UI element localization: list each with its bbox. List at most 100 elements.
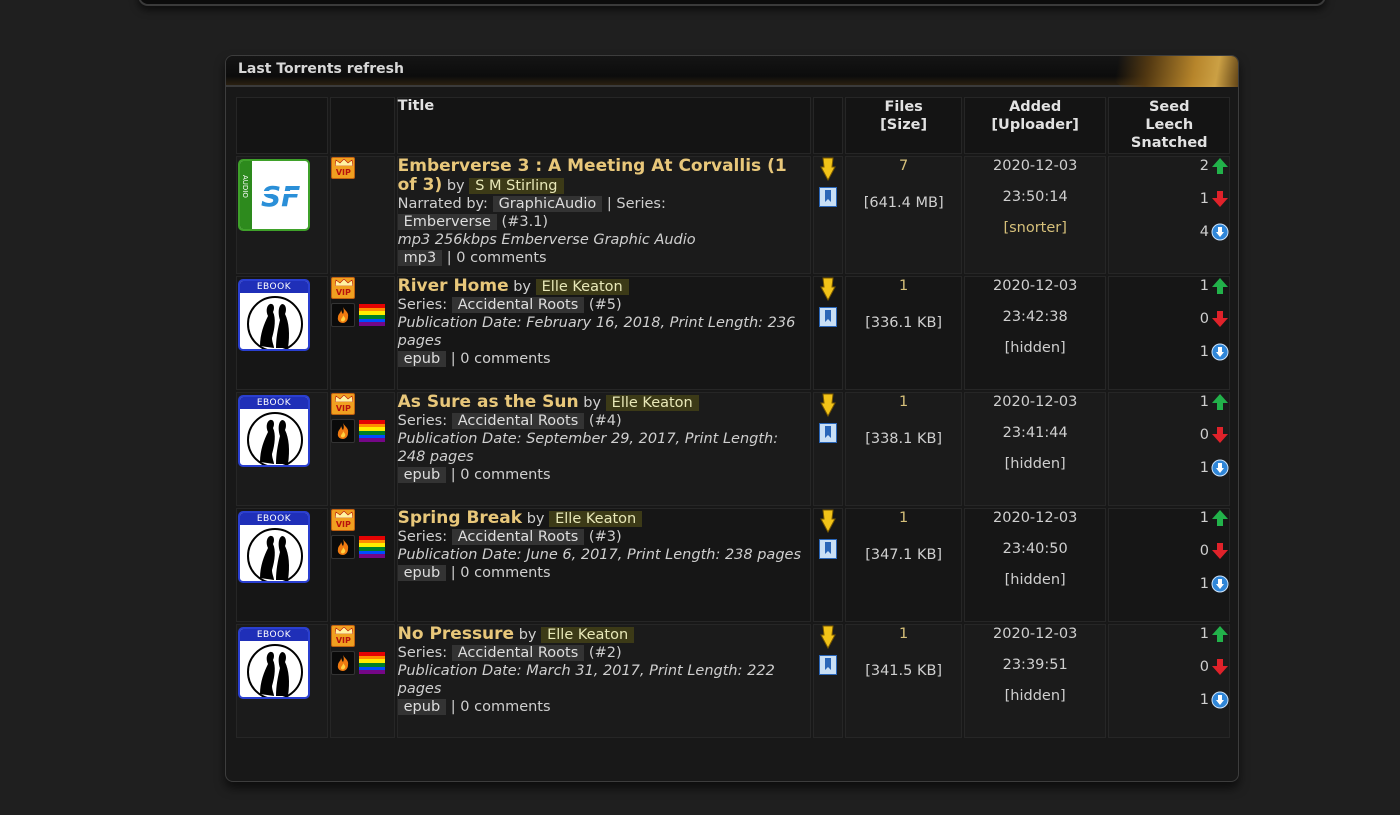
seed-count[interactable]: 1 [1200, 394, 1209, 410]
narrated-label: Narrated by: [397, 196, 488, 212]
panel-title[interactable]: Last Torrents refresh [238, 61, 404, 77]
torrent-title-link[interactable]: Spring Break [398, 508, 522, 528]
snatched-count[interactable]: 1 [1200, 576, 1209, 592]
ebook-cover-icon[interactable]: EBOOK [238, 511, 310, 583]
author-tag[interactable]: Elle Keaton [605, 395, 699, 411]
format-tag[interactable]: epub [397, 565, 447, 581]
snatched-count[interactable]: 1 [1200, 344, 1209, 360]
blue-snatched-icon [1211, 575, 1229, 593]
format-tag[interactable]: epub [397, 351, 447, 367]
added-date: 2020-12-03 [993, 158, 1078, 174]
title-cell: As Sure as the Sun by Elle Keaton Series… [396, 392, 812, 506]
author-tag[interactable]: Elle Keaton [549, 511, 643, 527]
snatched-count[interactable]: 1 [1200, 460, 1209, 476]
bookmark-icon[interactable] [819, 307, 838, 327]
files-count[interactable]: 1 [846, 625, 960, 643]
torrent-title-link[interactable]: River Home [398, 276, 509, 296]
peers-cell: 2 1 4 [1108, 156, 1230, 274]
col-title-label: Title [397, 98, 435, 114]
col-title-header[interactable]: Title [396, 97, 812, 154]
torrent-title-link[interactable]: No Pressure [398, 624, 514, 644]
peers-cell: 1 0 1 [1108, 624, 1230, 738]
bookmark-icon[interactable] [819, 655, 838, 675]
download-arrow-icon[interactable] [820, 277, 837, 301]
series-tag[interactable]: Accidental Roots [451, 529, 585, 545]
author-tag[interactable]: Elle Keaton [535, 279, 629, 295]
peers-cell: 1 0 1 [1108, 392, 1230, 506]
ebook-cover-icon[interactable]: EBOOK [238, 627, 310, 699]
torrent-title-link[interactable]: As Sure as the Sun [398, 392, 579, 412]
table-row: AUDIO SF VIP Emberverse 3 : A Meeting At… [236, 156, 1230, 274]
table-row: EBOOK VIP Spring Break by Elle Keaton Se… [236, 508, 1230, 622]
narrator-tag[interactable]: GraphicAudio [492, 196, 603, 212]
col-snatched-label: Snatched [1130, 135, 1208, 151]
actions-cell [813, 156, 844, 274]
audiobook-cover-icon[interactable]: AUDIO SF [238, 159, 310, 231]
bookmark-icon[interactable] [819, 423, 838, 443]
leech-count[interactable]: 0 [1200, 543, 1209, 559]
col-added-header[interactable]: Added [Uploader] [963, 97, 1107, 154]
leech-count[interactable]: 1 [1200, 191, 1209, 207]
seed-count[interactable]: 1 [1200, 510, 1209, 526]
series-tag[interactable]: Emberverse [397, 214, 497, 230]
comments-link[interactable]: | 0 comments [451, 467, 551, 483]
series-tag[interactable]: Accidental Roots [451, 645, 585, 661]
table-row: EBOOK VIP As Sure as the Sun by Elle Kea… [236, 392, 1230, 506]
badges-cell: VIP [330, 276, 395, 390]
seed-count[interactable]: 1 [1200, 626, 1209, 642]
leech-count[interactable]: 0 [1200, 311, 1209, 327]
col-files-header[interactable]: Files [Size] [845, 97, 962, 154]
leech-count[interactable]: 0 [1200, 659, 1209, 675]
added-time: 23:41:44 [1002, 425, 1068, 441]
comments-link[interactable]: | 0 comments [447, 250, 547, 266]
format-tag[interactable]: epub [397, 467, 447, 483]
snatched-count[interactable]: 4 [1200, 224, 1209, 240]
peers-cell: 1 0 1 [1108, 276, 1230, 390]
files-count[interactable]: 1 [846, 393, 960, 411]
uploader: [hidden] [1004, 572, 1066, 588]
series-tag[interactable]: Accidental Roots [451, 413, 585, 429]
files-count[interactable]: 1 [846, 277, 960, 295]
torrent-size: [338.1 KB] [865, 431, 943, 447]
author-tag[interactable]: S M Stirling [469, 178, 564, 194]
comments-link[interactable]: | 0 comments [451, 351, 551, 367]
title-cell: River Home by Elle Keaton Series: Accide… [396, 276, 812, 390]
format-tag[interactable]: mp3 [397, 250, 443, 266]
series-tag[interactable]: Accidental Roots [451, 297, 585, 313]
download-arrow-icon[interactable] [820, 393, 837, 417]
format-tag[interactable]: epub [397, 699, 447, 715]
col-seed-header[interactable]: Seed Leech Snatched [1108, 97, 1230, 154]
uploader: [hidden] [1004, 688, 1066, 704]
by-label: by [583, 395, 602, 411]
download-arrow-icon[interactable] [820, 509, 837, 533]
seed-count[interactable]: 2 [1200, 158, 1209, 174]
added-cell: 2020-12-03 23:41:44 [hidden] [963, 392, 1107, 506]
author-tag[interactable]: Elle Keaton [541, 627, 635, 643]
comments-link[interactable]: | 0 comments [451, 565, 551, 581]
added-cell: 2020-12-03 23:40:50 [hidden] [963, 508, 1107, 622]
bookmark-icon[interactable] [819, 539, 838, 559]
last-torrents-panel: Last Torrents refresh Title Files [Size]… [225, 55, 1239, 782]
leech-count[interactable]: 0 [1200, 427, 1209, 443]
rainbow-flag-icon [359, 304, 386, 326]
uploader[interactable]: [snorter] [965, 219, 1106, 237]
col-files-label: Files [884, 99, 923, 115]
files-count[interactable]: 1 [846, 509, 960, 527]
ebook-cover-icon[interactable]: EBOOK [238, 279, 310, 351]
green-up-arrow-icon [1212, 158, 1228, 174]
ebook-cover-icon[interactable]: EBOOK [238, 395, 310, 467]
files-cell: 1 [336.1 KB] [845, 276, 962, 390]
files-count[interactable]: 7 [846, 157, 960, 175]
download-arrow-icon[interactable] [820, 157, 837, 181]
vip-crown-icon: VIP [331, 277, 356, 299]
comments-link[interactable]: | 0 comments [451, 699, 551, 715]
col-leech-label: Leech [1145, 117, 1194, 133]
download-arrow-icon[interactable] [820, 625, 837, 649]
snatched-count[interactable]: 1 [1200, 692, 1209, 708]
red-down-arrow-icon [1212, 191, 1228, 207]
bookmark-icon[interactable] [819, 187, 838, 207]
seed-count[interactable]: 1 [1200, 278, 1209, 294]
series-separator: | Series: [606, 196, 666, 212]
series-number: (#5) [588, 297, 622, 313]
series-label: Series: [397, 645, 448, 661]
